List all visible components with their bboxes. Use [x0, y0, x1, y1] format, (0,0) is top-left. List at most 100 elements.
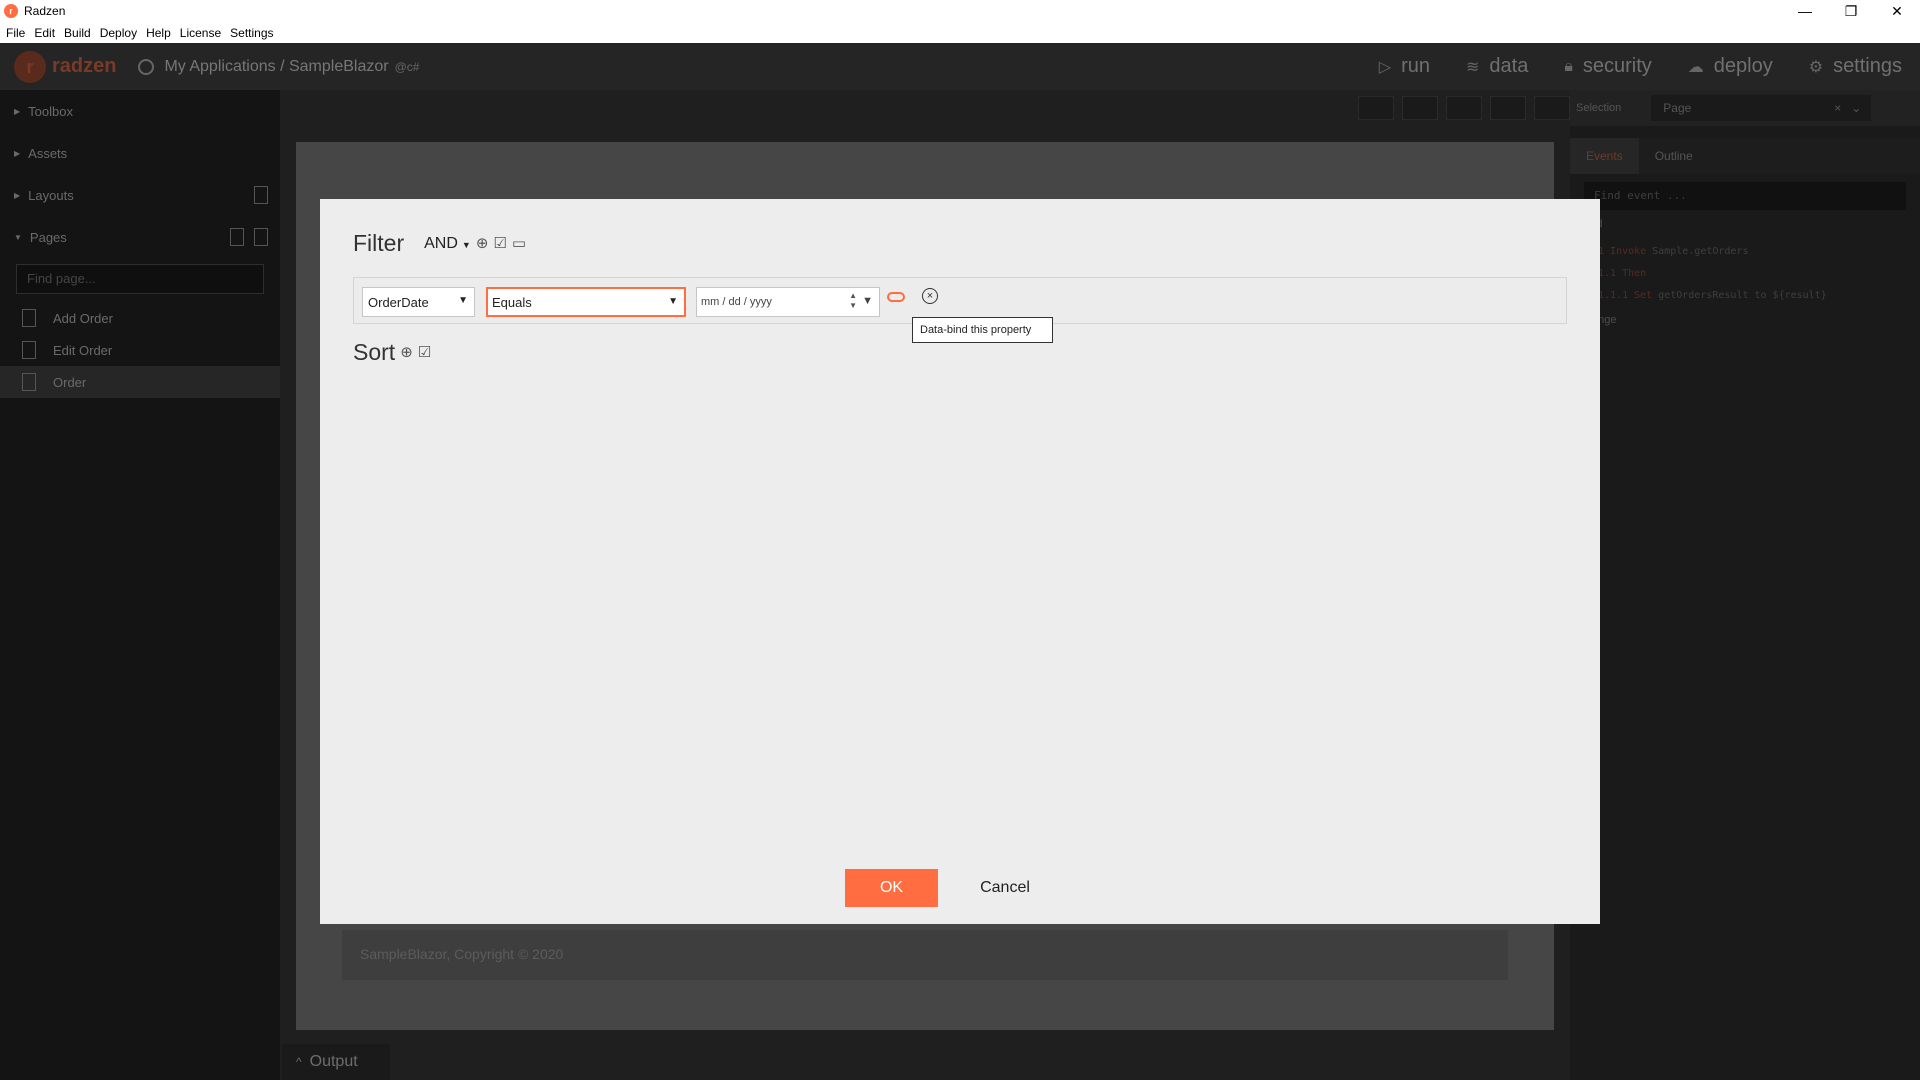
caret-right-icon: ▶ — [14, 106, 21, 116]
filter-field-value: OrderDate — [368, 295, 429, 310]
restore-button[interactable]: ❐ — [1828, 0, 1874, 22]
delete-page-icon[interactable] — [230, 228, 244, 246]
cancel-button[interactable]: Cancel — [965, 869, 1045, 907]
menu-deploy[interactable]: Deploy — [100, 26, 137, 40]
breadcrumb-path[interactable]: My Applications / SampleBlazor — [164, 58, 388, 76]
add-group-icon[interactable]: ▭ — [512, 236, 526, 251]
date-spinner-icon[interactable]: ▲ ▼ — [849, 291, 857, 311]
edit-icon[interactable]: ☑ — [418, 345, 431, 360]
caret-right-icon: ▶ — [14, 190, 21, 200]
close-window-button[interactable]: ✕ — [1874, 0, 1920, 22]
event-action-line[interactable]: 1.1.1 Set getOrdersResult to ${result} — [1570, 284, 1920, 306]
page-file-icon — [22, 373, 36, 391]
device-preview-toolbar — [1350, 96, 1570, 120]
section-label: Pages — [29, 229, 67, 245]
add-sort-icon[interactable]: ⊕ — [400, 345, 413, 360]
phone-portrait-icon[interactable] — [1358, 96, 1394, 120]
nav-run[interactable]: ▷ run — [1379, 55, 1430, 78]
top-navigation: ▷ run ≋ data 🔒︎ security ☁ deploy ⚙ sett… — [1343, 43, 1902, 90]
add-filter-icon[interactable]: ⊕ — [476, 236, 489, 251]
selection-label: Selection — [1576, 102, 1622, 114]
remove-filter-icon[interactable]: × — [922, 288, 938, 304]
lock-icon: 🔒︎ — [1564, 57, 1573, 75]
selection-dropdown[interactable]: Page × ⌄ — [1651, 95, 1872, 121]
tablet-portrait-icon[interactable] — [1446, 96, 1482, 120]
clear-icon[interactable]: × — [1834, 101, 1841, 115]
menu-help[interactable]: Help — [146, 26, 171, 40]
sidebar-section-toolbox[interactable]: ▶ Toolbox — [0, 90, 280, 132]
nav-security[interactable]: 🔒︎ security — [1564, 55, 1651, 78]
event-action-line[interactable]: 1 Invoke Sample.getOrders — [1570, 240, 1920, 262]
event-section-change[interactable]: Change — [1570, 314, 1920, 336]
nav-deploy[interactable]: ☁ deploy — [1688, 55, 1773, 78]
filter-sort-dialog: Filter AND ▼ ⊕ ☑ ▭ OrderDate ▼ Equals ▼ m… — [320, 199, 1600, 924]
caret-down-icon: ▼ — [458, 295, 468, 306]
phone-landscape-icon[interactable] — [1402, 96, 1438, 120]
menu-build[interactable]: Build — [64, 26, 91, 40]
menu-edit[interactable]: Edit — [34, 26, 55, 40]
filter-date-input[interactable]: mm / dd / yyyy ▲ ▼ ▼ — [696, 287, 880, 317]
minimize-button[interactable]: — — [1782, 0, 1828, 22]
caret-down-icon[interactable]: ▼ — [862, 295, 873, 307]
logic-operator-dropdown[interactable]: AND ▼ — [424, 235, 471, 253]
event-section-load[interactable]: Load — [1570, 218, 1920, 240]
breadcrumb: My Applications / SampleBlazor @c# — [138, 58, 419, 76]
output-panel-tab[interactable]: ^ Output — [282, 1044, 390, 1080]
filter-title: Filter — [353, 230, 405, 256]
page-item-add-order[interactable]: Add Order — [0, 302, 280, 334]
data-bind-tooltip: Data-bind this property — [912, 317, 1053, 343]
section-label: Toolbox — [28, 103, 73, 119]
sidebar-section-assets[interactable]: ▶ Assets — [0, 132, 280, 174]
nav-settings[interactable]: ⚙ settings — [1809, 55, 1902, 78]
page-label: Add Order — [53, 310, 113, 326]
radzen-logo-icon: r — [14, 50, 46, 83]
chevron-down-icon: ⌄ — [1851, 101, 1862, 115]
radzen-logo[interactable]: r radzen — [14, 50, 117, 83]
applications-icon — [138, 58, 155, 75]
selection-row: Selection Page × ⌄ — [1570, 90, 1920, 126]
ok-button[interactable]: OK — [845, 869, 938, 907]
page-label: Order — [53, 374, 87, 390]
radzen-app-icon: r — [4, 4, 18, 18]
nav-settings-label: settings — [1833, 55, 1902, 77]
find-event-input[interactable]: Find event ... — [1584, 182, 1906, 210]
sidebar-section-pages[interactable]: ▼ Pages — [0, 216, 280, 258]
desktop-icon[interactable] — [1534, 96, 1570, 120]
nav-data[interactable]: ≋ data — [1466, 55, 1528, 78]
caret-down-icon: ▼ — [14, 232, 22, 242]
add-page-icon[interactable] — [254, 228, 268, 246]
layers-icon: ≋ — [1466, 58, 1480, 76]
logo-text: radzen — [52, 55, 117, 77]
cloud-upload-icon: ☁ — [1687, 58, 1704, 76]
add-layout-icon[interactable] — [254, 186, 268, 204]
selection-value: Page — [1663, 101, 1692, 115]
nav-data-label: data — [1489, 55, 1529, 77]
menu-settings[interactable]: Settings — [230, 26, 273, 40]
page-file-icon — [22, 341, 36, 359]
action-number: 1.1.1 — [1598, 289, 1629, 301]
play-icon: ▷ — [1378, 58, 1392, 76]
data-bind-link-icon[interactable] — [887, 292, 905, 302]
caret-down-icon: ▼ — [668, 296, 678, 307]
output-label: Output — [309, 1053, 358, 1070]
find-page-input[interactable]: Find page... — [16, 264, 264, 294]
page-item-edit-order[interactable]: Edit Order — [0, 334, 280, 366]
tablet-landscape-icon[interactable] — [1490, 96, 1526, 120]
tab-outline[interactable]: Outline — [1639, 138, 1709, 174]
event-action-line[interactable]: 1.1 Then — [1570, 262, 1920, 284]
page-file-icon — [22, 309, 36, 327]
section-label: Layouts — [28, 187, 74, 203]
menu-file[interactable]: File — [6, 26, 25, 40]
edit-icon[interactable]: ☑ — [493, 236, 506, 251]
filter-operator-select[interactable]: Equals ▼ — [486, 287, 686, 317]
caret-down-icon: ▼ — [461, 239, 471, 250]
sidebar-section-layouts[interactable]: ▶ Layouts — [0, 174, 280, 216]
filter-header: Filter AND ▼ ⊕ ☑ ▭ — [353, 230, 526, 257]
action-keyword: Set — [1634, 289, 1653, 301]
window-title-bar: r Radzen — ❐ ✕ — [0, 0, 1920, 22]
tab-events[interactable]: Events — [1570, 138, 1639, 174]
menu-license[interactable]: License — [180, 26, 221, 40]
page-item-order[interactable]: Order — [0, 366, 280, 398]
filter-field-select[interactable]: OrderDate ▼ — [362, 287, 475, 317]
caret-right-icon: ▶ — [14, 148, 21, 158]
